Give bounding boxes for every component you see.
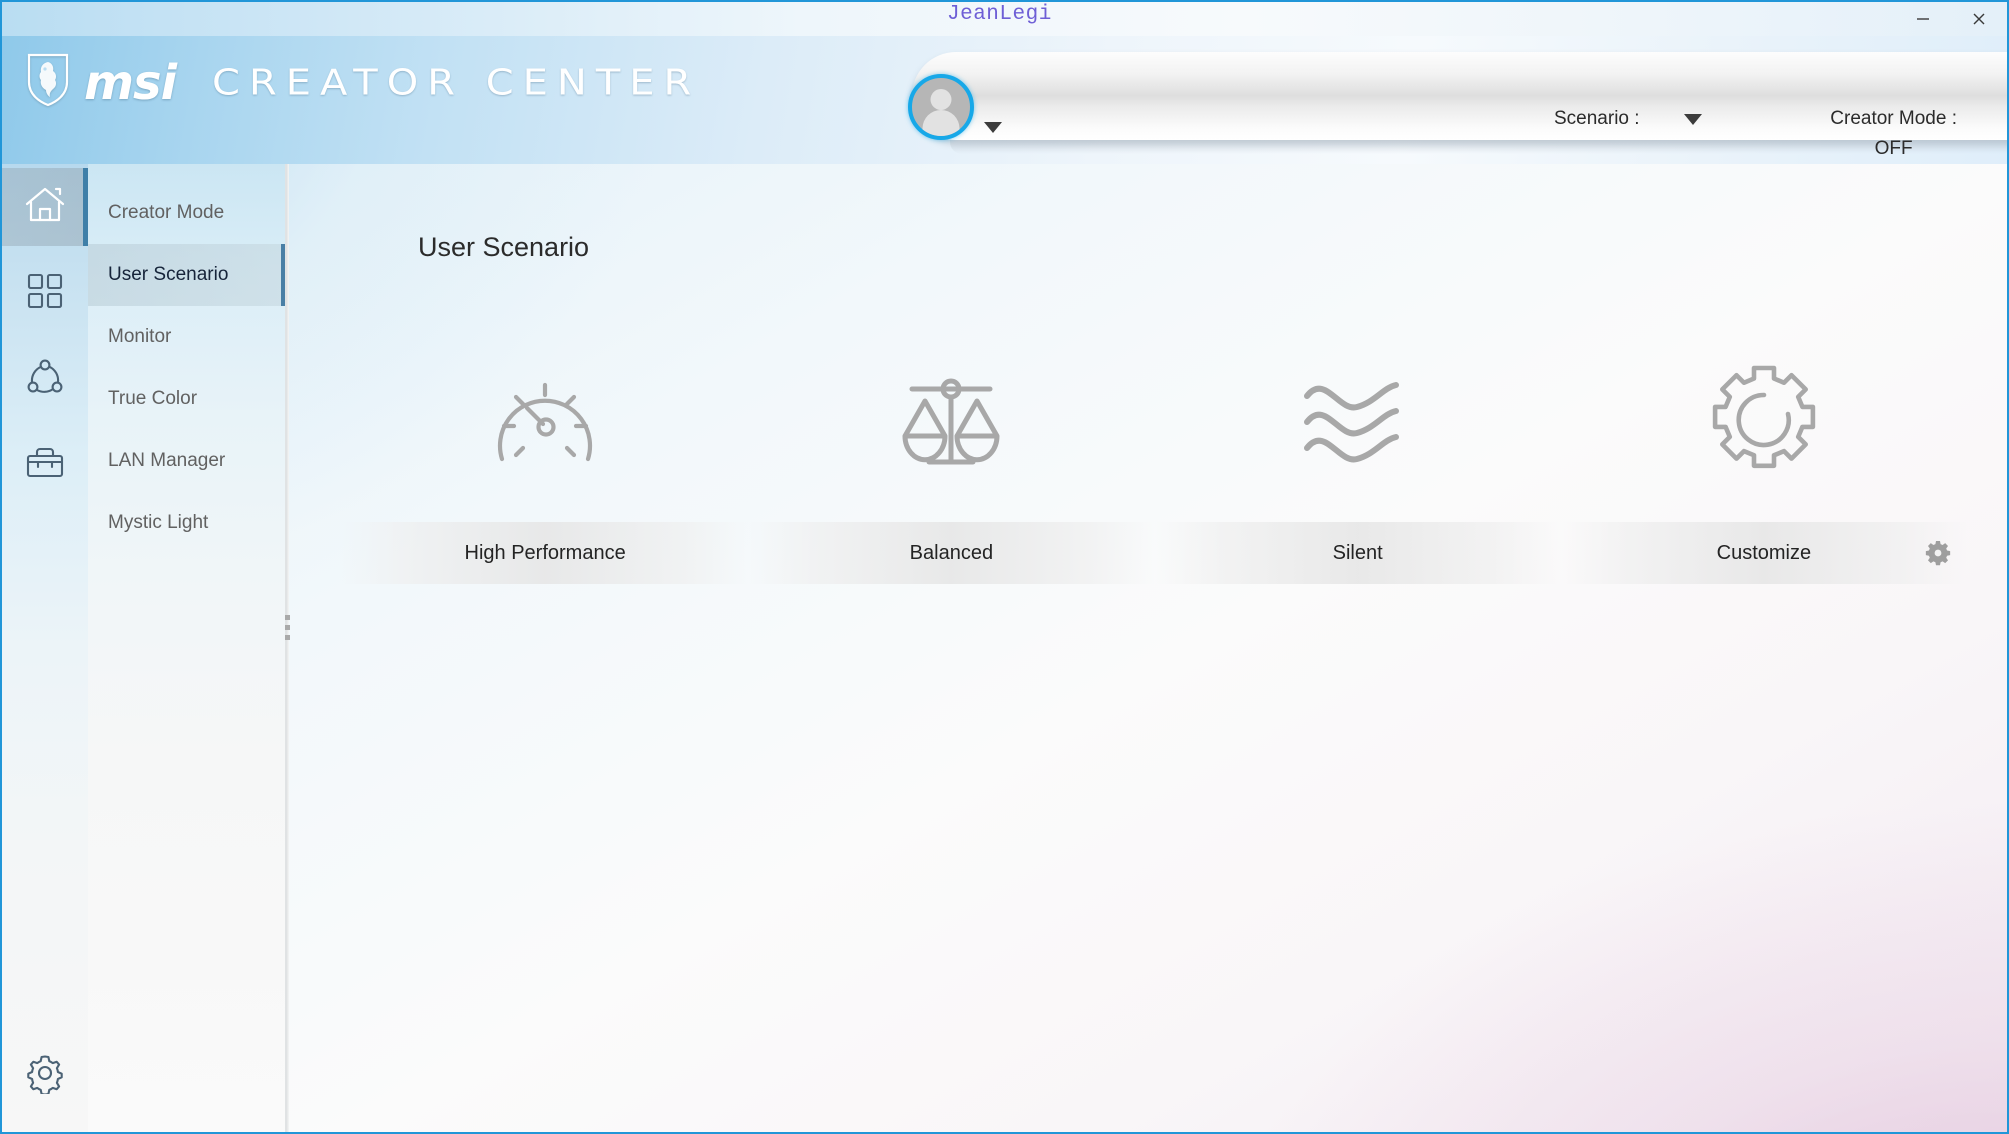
balance-scale-icon — [895, 360, 1007, 480]
rail-bottom-group — [2, 1036, 88, 1114]
scenario-card-customize[interactable]: Customize — [1560, 360, 1967, 584]
sidebar-item-lan-manager[interactable]: LAN Manager — [88, 430, 285, 492]
scenario-card-list: High Performance Balanced Silent Customi… — [342, 360, 1967, 584]
scenario-label: Customize — [1716, 541, 1812, 564]
scenario-chevron-down-icon[interactable] — [1683, 113, 1702, 125]
window-title-username: JeanLegi — [947, 3, 1052, 26]
creator-center-window: JeanLegi msi CREATOR CENTER Scenario: C… — [0, 0, 2009, 1134]
page-title: User Scenario — [418, 232, 590, 262]
gear-cog-icon — [1706, 360, 1822, 480]
sidebar-item-label: User Scenario — [108, 264, 229, 285]
rail-item-network[interactable] — [2, 340, 88, 418]
sidebar-item-user-scenario[interactable]: User Scenario — [88, 244, 285, 306]
gauge-speedometer-icon — [485, 360, 605, 480]
sidebar-item-mystic-light[interactable]: Mystic Light — [88, 492, 285, 554]
sidebar-item-label: True Color — [108, 388, 198, 409]
rail-item-settings[interactable] — [2, 1036, 88, 1114]
window-controls — [1895, 2, 2007, 36]
sidebar-item-creator-mode[interactable]: Creator Mode — [88, 182, 285, 244]
close-button[interactable] — [1951, 2, 2007, 36]
sidebar-item-true-color[interactable]: True Color — [88, 368, 285, 430]
user-avatar-icon — [908, 74, 974, 140]
scenario-label: High Performance — [464, 541, 626, 564]
settings-gear-icon[interactable] — [1925, 540, 1951, 566]
scenario-selector[interactable]: Scenario : — [1554, 108, 1702, 130]
msi-dragon-shield-logo-icon — [26, 52, 70, 113]
scenario-label-bar: High Performance — [342, 522, 749, 584]
scenario-label-bar: Customize — [1560, 522, 1967, 584]
scenario-label-bar: Balanced — [748, 522, 1155, 584]
icon-rail — [2, 164, 88, 1132]
avatar-head — [930, 89, 952, 110]
scenario-card-silent[interactable]: Silent — [1154, 360, 1561, 584]
creator-mode-indicator[interactable]: Creator Mode : OFF — [1830, 108, 1957, 160]
gear-icon — [24, 1052, 66, 1099]
creator-mode-label: Creator Mode : — [1830, 108, 1957, 129]
brand-msi-text: msi — [84, 54, 177, 111]
creator-mode-value: OFF — [1874, 138, 1913, 159]
avatar-chevron-down-icon[interactable] — [984, 122, 1002, 133]
scenario-card-balanced[interactable]: Balanced — [748, 360, 1155, 584]
toolbox-icon — [25, 445, 65, 486]
brand-product-text: CREATOR CENTER — [212, 62, 701, 103]
minimize-button[interactable] — [1895, 2, 1951, 36]
sidebar-item-label: Mystic Light — [108, 512, 209, 533]
main-content: User Scenario High Performance Balanced … — [290, 164, 2007, 1132]
sidebar-splitter-drag-handle-icon[interactable] — [280, 602, 294, 652]
nav-sidebar: Creator Mode User Scenario Monitor True … — [88, 164, 286, 1132]
scenario-label: Balanced — [909, 541, 994, 564]
sidebar-item-label: LAN Manager — [108, 450, 226, 471]
rail-item-toolbox[interactable] — [2, 426, 88, 504]
scenario-label-bar: Silent — [1154, 522, 1561, 584]
sidebar-item-label: Monitor — [108, 326, 172, 347]
rail-item-apps[interactable] — [2, 254, 88, 332]
scenario-card-high-performance[interactable]: High Performance — [342, 360, 749, 584]
rail-item-home[interactable] — [2, 168, 88, 246]
avatar-body — [922, 110, 960, 136]
sidebar-item-monitor[interactable]: Monitor — [88, 306, 285, 368]
brand-logo: msi CREATOR CENTER — [26, 52, 700, 113]
title-bar: JeanLegi — [2, 2, 2007, 36]
app-header: msi CREATOR CENTER Scenario : Creator Mo… — [2, 36, 2007, 164]
scenario-label: Scenario : — [1554, 108, 1640, 129]
sidebar-item-label: Creator Mode — [108, 202, 225, 223]
grid-apps-icon — [26, 272, 64, 315]
wave-lines-icon — [1299, 360, 1417, 480]
scenario-label: Silent — [1332, 541, 1383, 564]
network-nodes-icon — [25, 357, 65, 402]
home-icon — [24, 185, 66, 230]
avatar[interactable] — [908, 74, 974, 140]
